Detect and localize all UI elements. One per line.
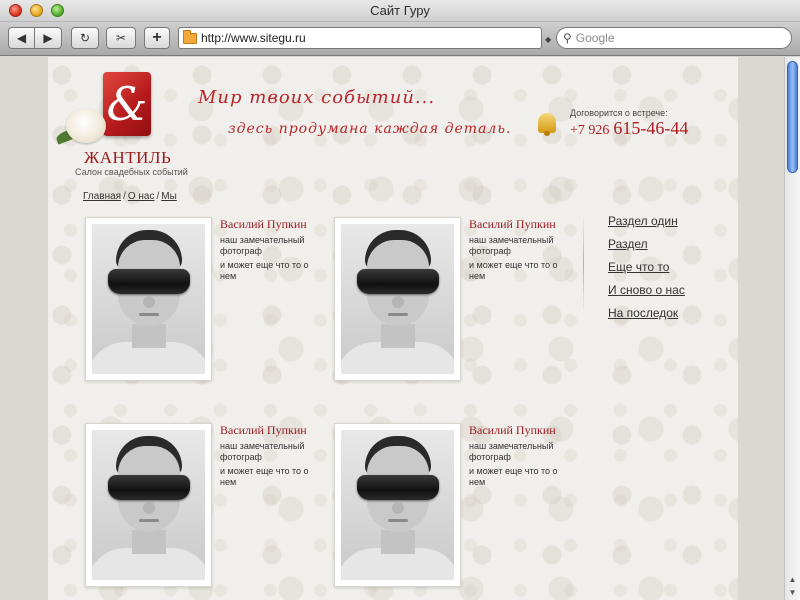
scroll-down-arrow-icon[interactable]: ▼: [786, 586, 799, 599]
search-field[interactable]: ⚲ Google: [556, 27, 792, 49]
scroll-up-arrow-icon[interactable]: ▲: [786, 573, 799, 586]
person-photo[interactable]: [334, 423, 461, 587]
search-placeholder: Google: [575, 31, 615, 45]
person-name[interactable]: Василий Пупкин: [469, 423, 556, 438]
plus-icon: +: [152, 29, 162, 46]
person-card: Василий Пупкин наш замечательный фотогра…: [85, 217, 325, 387]
person-photo[interactable]: [334, 217, 461, 381]
phone-main: 615-46-44: [613, 118, 689, 138]
person-name[interactable]: Василий Пупкин: [469, 217, 556, 232]
blindfold: [108, 269, 190, 294]
page-viewport: & ЖАНТИЛЬ Салон свадебных событий Мир тв…: [0, 57, 784, 600]
bell-icon: [538, 113, 556, 136]
person-photo[interactable]: [85, 217, 212, 381]
breadcrumb: Главная / О нас / Мы: [83, 191, 177, 202]
contact-label: Договорится о встрече:: [570, 108, 668, 118]
address-dropdown-icon[interactable]: ◆: [545, 35, 551, 44]
breadcrumb-about[interactable]: О нас: [128, 191, 155, 202]
person-extra: и может еще что то о нем: [220, 466, 309, 487]
side-nav-item-about-again[interactable]: И сново о нас: [608, 284, 685, 297]
forward-arrow-icon: ▶: [43, 31, 53, 45]
forward-button[interactable]: ▶: [35, 27, 62, 49]
blindfold: [108, 475, 190, 500]
breadcrumb-separator: /: [156, 191, 160, 202]
photo-image: [341, 224, 454, 374]
window-titlebar: Сайт Гуру: [0, 0, 800, 22]
person-card: Василий Пупкин наш замечательный фотогра…: [334, 423, 574, 593]
breadcrumb-home[interactable]: Главная: [83, 191, 121, 202]
phone-number: +7 926 615-46-44: [570, 118, 688, 139]
photo-image: [341, 430, 454, 580]
person-description: наш замечательный фотограф: [469, 235, 554, 256]
side-nav-item-something-else[interactable]: Еще что то: [608, 261, 685, 274]
address-bar[interactable]: http://www.sitegu.ru: [178, 27, 542, 49]
breadcrumb-separator: /: [123, 191, 126, 202]
browser-toolbar: ◀ ▶ ↻ ✂ + http://www.sitegu.ru ◆ ⚲ Googl…: [0, 22, 800, 56]
snapback-button[interactable]: ✂: [106, 27, 136, 49]
scrollbar-thumb[interactable]: [787, 61, 798, 173]
snapback-icon: ✂: [115, 31, 127, 45]
window-title: Сайт Гуру: [370, 3, 430, 18]
brand-name[interactable]: ЖАНТИЛЬ: [84, 148, 171, 168]
blindfold: [357, 475, 439, 500]
person-extra: и может еще что то о нем: [220, 260, 309, 281]
rose-decoration: [66, 109, 106, 143]
person-description: наш замечательный фотограф: [469, 441, 554, 462]
person-name[interactable]: Василий Пупкин: [220, 423, 307, 438]
person-extra: и может еще что то о нем: [469, 260, 558, 281]
back-arrow-icon: ◀: [16, 31, 27, 45]
phone-prefix: +7 926: [570, 123, 610, 138]
photo-image: [92, 224, 205, 374]
vertical-scrollbar[interactable]: ▲ ▼: [784, 57, 800, 600]
person-description: наш замечательный фотограф: [220, 235, 305, 256]
side-nav-item-section-one[interactable]: Раздел один: [608, 215, 685, 228]
folder-icon: [183, 29, 197, 44]
reload-icon: ↻: [79, 31, 91, 45]
side-nav-item-section[interactable]: Раздел: [608, 238, 685, 251]
photo-image: [92, 430, 205, 580]
magnifier-icon: ⚲: [563, 31, 572, 45]
brand-subtitle: Салон свадебных событий: [75, 167, 188, 177]
person-card: Василий Пупкин наш замечательный фотогра…: [85, 423, 325, 593]
person-photo[interactable]: [85, 423, 212, 587]
breadcrumb-current[interactable]: Мы: [161, 191, 177, 202]
slogan-line-1: Мир твоих событий...: [198, 87, 436, 108]
person-card: Василий Пупкин наш замечательный фотогра…: [334, 217, 574, 387]
back-button[interactable]: ◀: [8, 27, 35, 49]
person-extra: и может еще что то о нем: [469, 466, 558, 487]
site-page: & ЖАНТИЛЬ Салон свадебных событий Мир тв…: [48, 57, 738, 600]
side-nav-item-last[interactable]: На последок: [608, 307, 685, 320]
reload-button[interactable]: ↻: [71, 27, 99, 49]
side-nav: Раздел один Раздел Еще что то И сново о …: [608, 215, 685, 330]
address-text: http://www.sitegu.ru: [201, 31, 306, 45]
slogan-line-2: здесь продумана каждая деталь.: [228, 121, 512, 137]
person-name[interactable]: Василий Пупкин: [220, 217, 307, 232]
blindfold: [357, 269, 439, 294]
side-nav-divider: [583, 214, 584, 314]
person-description: наш замечательный фотограф: [220, 441, 305, 462]
add-bookmark-button[interactable]: +: [144, 27, 170, 49]
logo-ampersand: &: [106, 77, 148, 131]
